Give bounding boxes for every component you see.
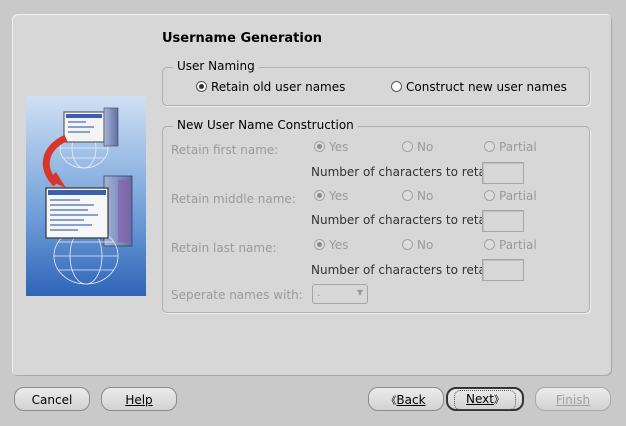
back-button[interactable]: 《Back <box>368 387 444 411</box>
first-name-partial[interactable]: Partial <box>484 140 537 154</box>
radio-indicator[interactable] <box>196 81 207 92</box>
radio-indicator[interactable] <box>391 81 402 92</box>
next-arrow-icon: 》 <box>493 395 504 406</box>
radio-label: No <box>417 238 434 252</box>
radio-retain-old-names[interactable]: Retain old user names <box>196 80 345 94</box>
last-name-label: Retain last name: <box>171 241 277 255</box>
finish-button[interactable]: Finish <box>535 387 611 411</box>
radio-indicator[interactable] <box>484 239 495 250</box>
radio-construct-new-names[interactable]: Construct new user names <box>391 80 567 94</box>
first-name-chars-input[interactable] <box>482 162 524 184</box>
chevron-down-icon: ▼ <box>356 288 363 297</box>
page-title: Username Generation <box>162 31 323 46</box>
radio-indicator[interactable] <box>402 239 413 250</box>
last-name-chars-label: Number of characters to retain: <box>311 263 501 277</box>
radio-label: Yes <box>329 140 349 154</box>
radio-indicator[interactable] <box>402 190 413 201</box>
back-arrow-icon: 《 <box>386 396 397 407</box>
radio-label: Partial <box>499 140 537 154</box>
radio-indicator[interactable] <box>314 239 325 250</box>
middle-name-no[interactable]: No <box>402 189 433 203</box>
radio-indicator[interactable] <box>314 190 325 201</box>
radio-label: No <box>417 189 434 203</box>
help-button[interactable]: Help <box>101 387 177 411</box>
separator-value: . <box>317 286 321 299</box>
radio-label: Yes <box>329 238 349 252</box>
last-name-partial[interactable]: Partial <box>484 238 537 252</box>
middle-name-label: Retain middle name: <box>171 192 296 206</box>
first-name-no[interactable]: No <box>402 140 433 154</box>
radio-label: Yes <box>329 189 349 203</box>
middle-name-partial[interactable]: Partial <box>484 189 537 203</box>
separator-select[interactable]: . ▼ <box>312 284 368 304</box>
cancel-button-label: Cancel <box>31 393 73 407</box>
radio-label: Partial <box>499 238 537 252</box>
radio-label: Construct new user names <box>406 80 567 94</box>
cancel-button[interactable]: Cancel <box>14 387 90 411</box>
last-name-chars-input[interactable] <box>482 259 524 281</box>
radio-indicator[interactable] <box>402 141 413 152</box>
wizard-illustration <box>26 96 146 296</box>
radio-label: Partial <box>499 189 537 203</box>
radio-indicator[interactable] <box>314 141 325 152</box>
construction-legend: New User Name Construction <box>173 118 358 132</box>
radio-indicator[interactable] <box>484 190 495 201</box>
first-name-label: Retain first name: <box>171 143 279 157</box>
last-name-yes[interactable]: Yes <box>314 238 348 252</box>
next-button-focus: Next》 <box>454 390 516 410</box>
middle-name-chars-input[interactable] <box>482 210 524 232</box>
back-button-label: Back <box>396 393 426 407</box>
next-button-label: Next <box>466 392 494 406</box>
radio-label: Retain old user names <box>211 80 346 94</box>
finish-button-label: Finish <box>555 393 591 407</box>
first-name-chars-label: Number of characters to retain: <box>311 165 501 179</box>
radio-indicator[interactable] <box>484 141 495 152</box>
user-naming-legend: User Naming <box>173 59 259 73</box>
last-name-no[interactable]: No <box>402 238 433 252</box>
radio-label: No <box>417 140 434 154</box>
help-button-label: Help <box>125 393 153 407</box>
next-button[interactable]: Next》 <box>446 387 524 411</box>
separator-label: Seperate names with: <box>171 288 303 302</box>
first-name-yes[interactable]: Yes <box>314 140 348 154</box>
middle-name-yes[interactable]: Yes <box>314 189 348 203</box>
middle-name-chars-label: Number of characters to retain: <box>311 213 501 227</box>
